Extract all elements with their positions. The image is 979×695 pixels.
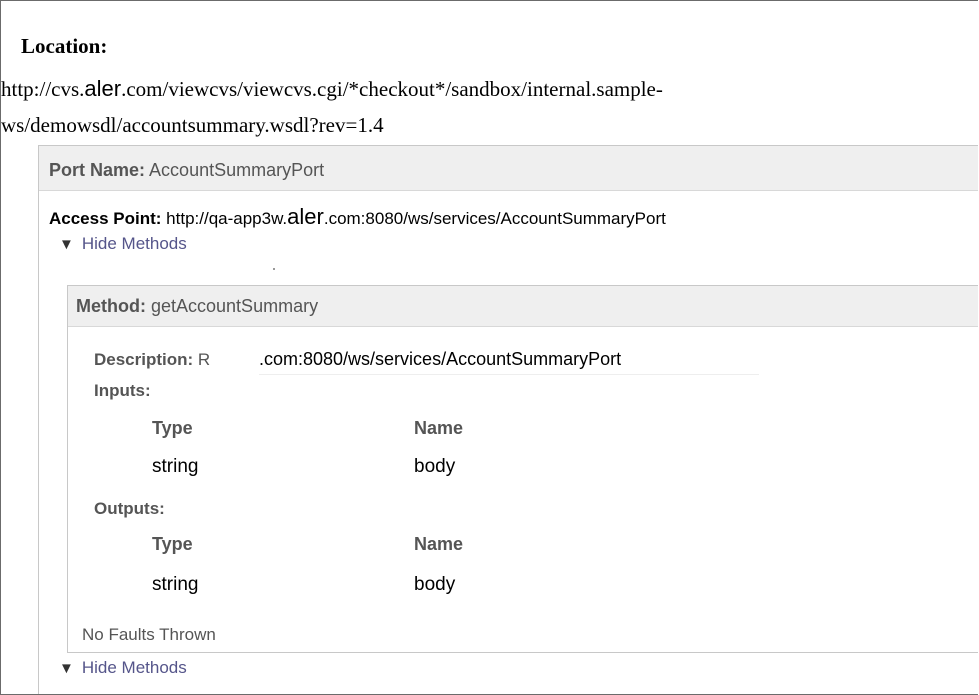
input-name-cell: body: [414, 456, 456, 477]
access-point-value: http://qa-app3w.aler.com:8080/ws/service…: [166, 204, 666, 229]
description-value: R: [197, 350, 211, 369]
access-point: Access Point: http://qa-app3w.aler.com:8…: [49, 204, 666, 230]
hide-methods-link-top[interactable]: Hide Methods: [82, 234, 187, 253]
location-url-line-2: ws/demowsdl/accountsummary.wsdl?rev=1.4: [1, 113, 384, 137]
access-point-label: Access Point:: [49, 209, 162, 228]
outputs-type-header: Type: [152, 534, 193, 554]
method-label: Method:: [76, 296, 146, 316]
location-url-line-1: http://cvs.aler.com/viewcvs/viewcvs.cgi/…: [1, 76, 663, 101]
description-label: Description:: [94, 350, 194, 369]
location-url: http://cvs.aler.com/viewcvs/viewcvs.cgi/…: [1, 71, 961, 143]
divider-dot: [273, 268, 275, 270]
method-title: Method: getAccountSummary: [76, 296, 318, 317]
port-header: Port Name: AccountSummaryPort: [39, 146, 978, 191]
port-name: Port Name: AccountSummaryPort: [49, 160, 324, 181]
output-type-cell: string: [152, 574, 199, 595]
wsdl-viewer-frame: Location: http://cvs.aler.com/viewcvs/vi…: [0, 0, 978, 695]
method-panel: Method: getAccountSummary Description: R…: [67, 285, 978, 653]
port-name-value: AccountSummaryPort: [149, 160, 325, 180]
hide-methods-toggle-bottom[interactable]: ▼ Hide Methods: [59, 658, 187, 678]
hide-methods-link-bottom[interactable]: Hide Methods: [82, 658, 187, 677]
triangle-down-icon: ▼: [59, 660, 74, 677]
inputs-label: Inputs:: [94, 381, 151, 400]
triangle-down-icon: ▼: [59, 236, 74, 253]
outputs-label: Outputs:: [94, 499, 165, 518]
location-label: Location:: [21, 34, 108, 58]
input-type-cell: string: [152, 456, 199, 477]
inputs-type-header: Type: [152, 418, 193, 438]
hide-methods-toggle-top[interactable]: ▼ Hide Methods: [59, 234, 187, 254]
port-panel: Port Name: AccountSummaryPort Access Poi…: [38, 145, 978, 694]
method-description: Description: R: [94, 350, 210, 370]
faults-status: No Faults Thrown: [82, 625, 216, 644]
outputs-name-header: Name: [414, 534, 464, 554]
output-name-cell: body: [414, 574, 456, 595]
method-header: Method: getAccountSummary: [68, 286, 978, 327]
description-tooltip: .com:8080/ws/services/AccountSummaryPort: [259, 344, 759, 374]
inputs-name-header: Name: [414, 418, 464, 438]
method-name: getAccountSummary: [151, 296, 319, 316]
port-name-label: Port Name:: [49, 160, 146, 180]
